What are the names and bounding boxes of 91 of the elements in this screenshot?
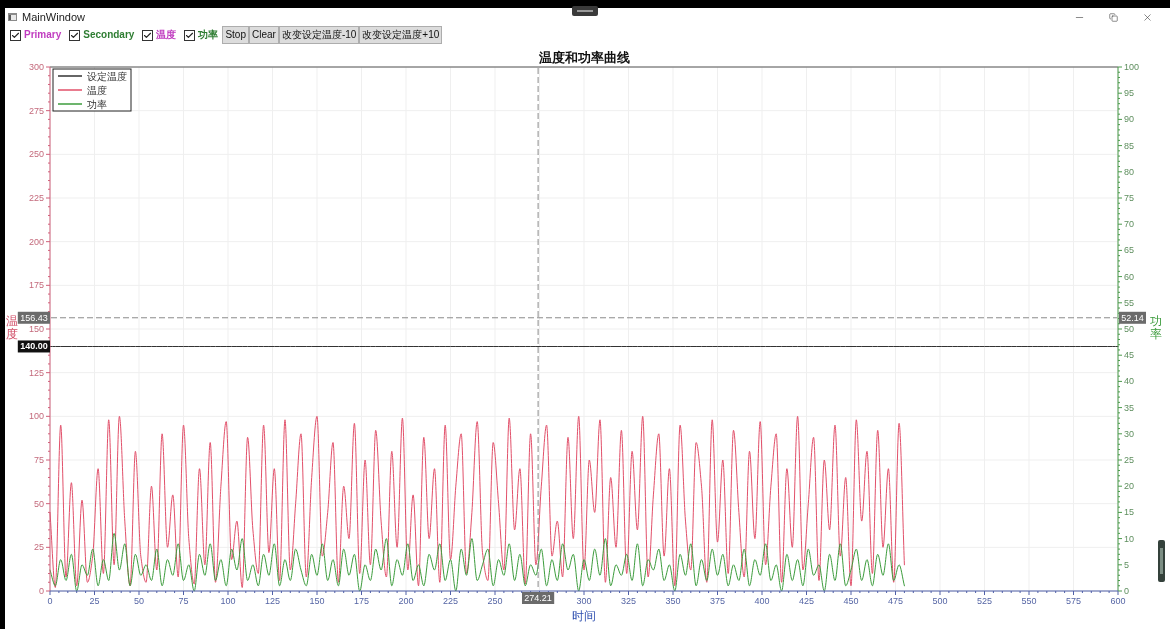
checkbox-label[interactable]: Primary [24, 30, 62, 40]
tick-label: 300 [576, 596, 592, 606]
tick-label: 175 [28, 280, 44, 291]
tick-label: 100 [28, 411, 44, 422]
tick-label: 175 [354, 596, 369, 606]
tick-label: 65 [1124, 245, 1134, 256]
tick-label: 350 [665, 596, 681, 606]
tick-label: 200 [398, 596, 414, 606]
restore-icon [1108, 12, 1118, 22]
tick-label: 500 [932, 596, 948, 606]
tick-label: 70 [1124, 219, 1134, 230]
toolbar-button[interactable]: 改变设定温度+10 [359, 26, 443, 44]
tick-label: 125 [28, 367, 44, 378]
tick-label: 0 [39, 586, 44, 596]
tick-label: 525 [977, 596, 992, 606]
legend-label: 设定温度 [87, 71, 127, 82]
tick-label: 300 [28, 62, 44, 72]
axis-title: 功率 [1150, 315, 1162, 342]
tick-label: 50 [1124, 324, 1134, 334]
tick-label: 50 [134, 596, 144, 606]
tick-label: 100 [220, 596, 236, 606]
tick-label: 5 [1124, 559, 1129, 570]
tick-label: 125 [265, 596, 280, 606]
tick-label: 275 [28, 105, 44, 116]
tick-label: 250 [487, 596, 503, 606]
tick-label: 0 [1124, 586, 1129, 596]
tick-label: 550 [1021, 596, 1037, 606]
tick-label: 25 [89, 596, 100, 606]
tick-label: 100 [1124, 62, 1140, 72]
tick-label: 10 [1124, 533, 1134, 544]
tick-label: 25 [34, 542, 44, 553]
toolbar-button[interactable]: 改变设定温度-10 [278, 26, 360, 44]
tick-label: 60 [1124, 271, 1134, 282]
tick-label: 30 [1124, 428, 1134, 439]
app-icon [8, 13, 17, 21]
cursor-value-label: 274.21 [522, 592, 555, 604]
checkbox-label[interactable]: Secondary [83, 30, 135, 40]
axis-title: 温度 [6, 315, 18, 342]
tick-label: 150 [28, 324, 44, 334]
checkbox-label[interactable]: 温度 [156, 30, 177, 40]
checkbox[interactable] [184, 29, 196, 41]
toolbar-button[interactable]: Stop [222, 26, 249, 44]
checkbox[interactable] [10, 29, 21, 41]
tick-label: 15 [1124, 507, 1134, 518]
legend-label: 温度 [87, 85, 107, 96]
tick-label: 450 [843, 596, 859, 606]
axis-title: 时间 [572, 609, 596, 623]
checkbox[interactable] [142, 29, 154, 41]
tick-label: 425 [799, 596, 814, 606]
toolbar-button[interactable]: Clear [248, 26, 279, 44]
cursor-value-label: 52.14 [1119, 311, 1146, 324]
cursor-value-label: 156.43 [17, 311, 50, 324]
tick-label: 95 [1124, 88, 1134, 99]
tick-label: 75 [178, 596, 189, 606]
setpoint-value-label: 140.00 [17, 340, 50, 353]
chart-title: 温度和功率曲线 [538, 50, 630, 65]
tick-label: 75 [1124, 193, 1134, 203]
legend-label: 功率 [87, 99, 107, 110]
tick-label: 55 [1124, 297, 1134, 308]
tick-label: 250 [28, 149, 44, 160]
tick-label: 20 [1124, 481, 1134, 492]
tick-label: 35 [1124, 402, 1134, 413]
tick-label: 400 [754, 596, 770, 606]
checkmark-icon [11, 30, 20, 40]
tick-label: 75 [34, 455, 44, 465]
tick-label: 40 [1124, 376, 1134, 387]
tick-label: 475 [888, 596, 903, 606]
tick-label: 25 [1124, 455, 1134, 465]
tick-label: 50 [34, 498, 44, 509]
tick-label: 375 [710, 596, 725, 606]
tick-label: 45 [1124, 350, 1134, 361]
tick-label: 90 [1124, 114, 1134, 125]
tick-label: 80 [1124, 166, 1134, 177]
window-title: MainWindow [22, 11, 85, 23]
checkbox-label[interactable]: 功率 [198, 30, 219, 40]
checkbox[interactable] [69, 29, 81, 41]
tick-label: 575 [1066, 596, 1081, 606]
checkmark-icon [143, 30, 153, 40]
tick-label: 0 [47, 596, 53, 606]
tick-label: 225 [28, 193, 44, 203]
checkmark-icon [185, 30, 195, 40]
tick-label: 325 [621, 596, 636, 606]
checkmark-icon [70, 30, 80, 40]
tick-label: 200 [28, 236, 44, 247]
tick-label: 225 [443, 596, 458, 606]
tick-label: 85 [1124, 140, 1134, 151]
handle-icon [572, 6, 598, 16]
tick-label: 150 [309, 596, 325, 606]
tick-label: 600 [1110, 596, 1126, 606]
close-icon [1141, 11, 1153, 23]
scroll-handle[interactable] [1158, 540, 1165, 582]
